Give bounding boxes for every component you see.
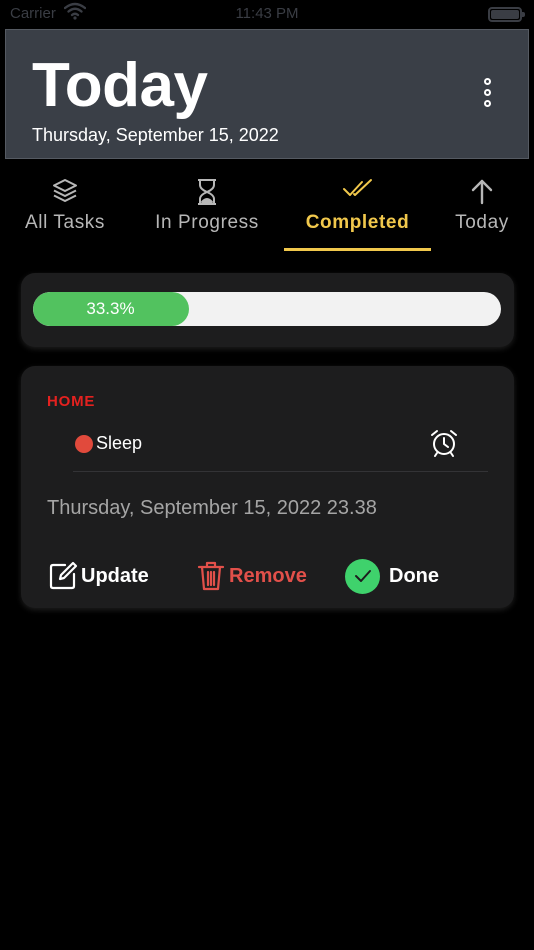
header: Today Thursday, September 15, 2022 bbox=[5, 29, 529, 159]
update-label: Update bbox=[81, 564, 149, 587]
divider bbox=[73, 471, 488, 472]
status-time: 11:43 PM bbox=[235, 5, 299, 22]
tab-in-progress[interactable]: In Progress bbox=[145, 165, 269, 253]
check-circle-icon bbox=[345, 558, 380, 594]
priority-dot bbox=[75, 435, 93, 453]
arrow-up-icon bbox=[446, 177, 518, 207]
tab-label: Today bbox=[455, 212, 509, 233]
tab-label: Completed bbox=[305, 212, 410, 233]
battery-icon bbox=[488, 7, 525, 22]
more-vertical-icon[interactable] bbox=[480, 78, 494, 112]
remove-label: Remove bbox=[229, 564, 307, 587]
update-button[interactable]: Update bbox=[48, 558, 149, 594]
progress-bar: 33.3% bbox=[33, 292, 501, 326]
hourglass-icon bbox=[145, 177, 269, 207]
tab-label: All Tasks bbox=[24, 212, 106, 233]
tab-label: In Progress bbox=[155, 212, 259, 233]
tab-today[interactable]: Today bbox=[446, 165, 518, 253]
active-tab-indicator bbox=[284, 248, 431, 251]
progress-percent: 33.3% bbox=[86, 299, 135, 318]
remove-button[interactable]: Remove bbox=[196, 558, 307, 594]
tab-bar: All Tasks In Progress Completed Today bbox=[0, 165, 534, 255]
layers-icon bbox=[10, 177, 120, 207]
tab-all-tasks[interactable]: All Tasks bbox=[10, 165, 120, 253]
double-check-icon bbox=[284, 177, 431, 207]
task-name: Sleep bbox=[96, 433, 143, 453]
task-category: HOME bbox=[47, 393, 96, 410]
header-date: Thursday, September 15, 2022 bbox=[32, 125, 279, 145]
edit-icon bbox=[48, 561, 78, 591]
status-bar: Carrier 11:43 PM bbox=[0, 0, 534, 30]
trash-icon bbox=[196, 561, 226, 591]
done-label: Done bbox=[389, 564, 439, 587]
task-datetime: Thursday, September 15, 2022 23.38 bbox=[47, 497, 377, 519]
task-card: HOME Sleep Thursday, September 15, 2022 … bbox=[21, 366, 514, 608]
page-title: Today bbox=[32, 51, 208, 120]
tab-completed[interactable]: Completed bbox=[284, 165, 431, 253]
alarm-clock-icon[interactable] bbox=[429, 428, 459, 458]
progress-card: 33.3% bbox=[21, 273, 514, 347]
done-button[interactable]: Done bbox=[345, 558, 439, 594]
